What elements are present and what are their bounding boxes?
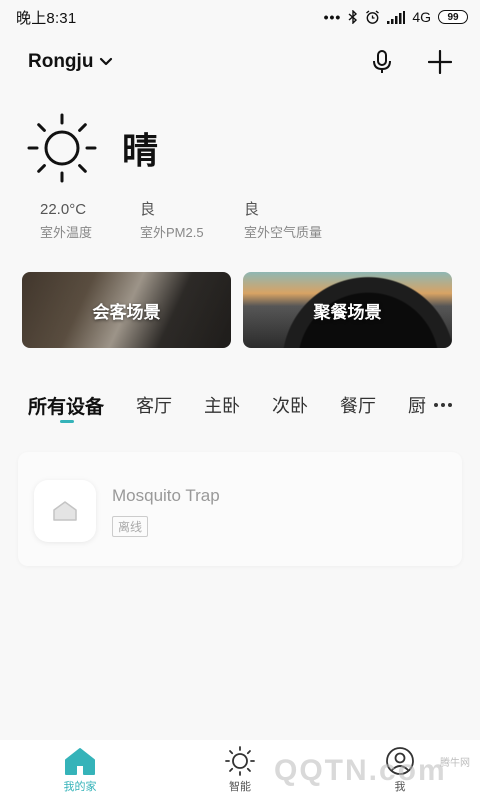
stat-value: 22.0°C <box>40 201 87 218</box>
notification-dots: ••• <box>323 9 342 25</box>
user-icon <box>386 747 414 775</box>
weather-condition: 晴 <box>122 130 159 171</box>
device-icon-box <box>34 480 96 542</box>
nav-label: 我的家 <box>63 781 97 793</box>
stat-air-quality: 良 室外空气质量 <box>244 200 364 241</box>
stat-label: 室外PM2.5 <box>140 225 204 240</box>
room-tabs: 所有设备 客厅 主卧 次卧 餐厅 厨 <box>28 390 480 426</box>
more-icon <box>434 403 452 407</box>
sun-icon <box>225 746 255 776</box>
stat-value: 良 <box>140 201 156 218</box>
status-icons: ••• 4G 99 <box>324 9 468 25</box>
tab-master-bedroom[interactable]: 主卧 <box>204 392 240 418</box>
nav-label: 我 <box>394 781 406 793</box>
device-card[interactable]: Mosquito Trap 离线 <box>18 452 462 566</box>
nav-label: 智能 <box>229 781 251 793</box>
chevron-down-icon <box>100 57 113 66</box>
tab-kitchen[interactable]: 厨 <box>408 392 426 418</box>
nav-smart[interactable]: 智能 <box>180 740 300 800</box>
device-status-badge: 离线 <box>112 516 149 537</box>
scene-card-guest[interactable]: 会客场景 <box>22 272 231 348</box>
network-type: 4G <box>412 9 431 25</box>
home-name: Rongju <box>28 51 94 72</box>
home-icon <box>65 748 95 775</box>
tab-all-devices[interactable]: 所有设备 <box>28 392 104 419</box>
scene-title: 聚餐场景 <box>313 302 382 322</box>
weather-summary: 晴 <box>26 112 158 184</box>
microphone-icon <box>373 50 391 73</box>
status-bar: 晚上8:31 ••• 4G 99 <box>0 0 480 34</box>
home-icon <box>53 501 77 521</box>
tab-dining-room[interactable]: 餐厅 <box>340 392 376 418</box>
sun-icon <box>27 113 97 183</box>
scene-title: 会客场景 <box>92 302 161 322</box>
weather-stats: 22.0°C 室外温度 良 室外PM2.5 良 室外空气质量 <box>40 200 364 241</box>
scene-list: 会客场景 聚餐场景 <box>22 272 452 348</box>
stat-pm25: 良 室外PM2.5 <box>140 200 244 241</box>
tab-living-room[interactable]: 客厅 <box>136 392 172 418</box>
add-button[interactable] <box>426 48 454 76</box>
battery-indicator: 99 <box>438 10 468 24</box>
alarm-icon <box>366 9 380 24</box>
more-rooms-button[interactable] <box>426 390 460 420</box>
nav-me[interactable]: 我 <box>340 740 460 800</box>
status-time: 晚上8:31 <box>16 9 77 27</box>
header-actions <box>368 48 454 76</box>
device-name: Mosquito Trap <box>112 486 220 505</box>
active-tab-indicator <box>60 420 74 423</box>
tab-list: 所有设备 客厅 主卧 次卧 餐厅 厨 <box>28 390 480 420</box>
stat-temperature: 22.0°C 室外温度 <box>40 200 140 241</box>
home-selector[interactable]: Rongju <box>28 51 113 73</box>
scene-card-dinner[interactable]: 聚餐场景 <box>243 272 452 348</box>
tab-second-bedroom[interactable]: 次卧 <box>272 392 308 418</box>
stat-label: 室外空气质量 <box>244 225 323 240</box>
bottom-nav: 我的家 智能 我 <box>0 740 480 800</box>
signal-icon <box>387 10 406 24</box>
header: Rongju <box>0 40 480 84</box>
voice-button[interactable] <box>368 48 396 76</box>
stat-label: 室外温度 <box>40 225 93 240</box>
nav-my-home[interactable]: 我的家 <box>20 740 140 800</box>
bluetooth-icon <box>348 10 358 24</box>
stat-value: 良 <box>244 201 260 218</box>
plus-icon <box>428 50 452 74</box>
